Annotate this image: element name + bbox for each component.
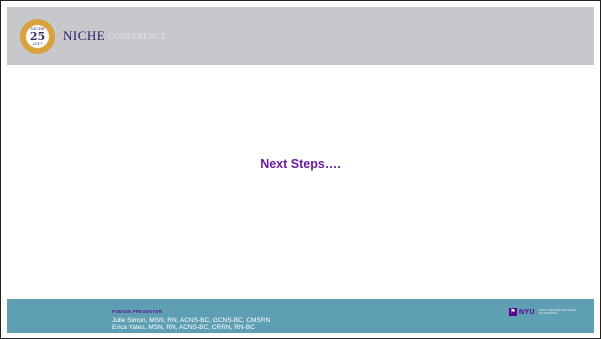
header-bar: NICHE 25 2017 NICHE CONFERENCE (7, 7, 594, 65)
badge-year: 2017 (32, 40, 43, 46)
nyu-logo: ⚑ NYU RORY MEYERS COLLEGE OF NURSING (509, 308, 579, 316)
nyu-text: NYU (519, 308, 535, 316)
nyu-school-name: RORY MEYERS COLLEGE OF NURSING (538, 307, 576, 315)
badge-number: 25 (29, 29, 46, 43)
presenter-label: PODIUM PRESENTER: (112, 309, 164, 314)
footer-bar: PODIUM PRESENTER: Julie Simon, MSN, RN, … (7, 299, 594, 333)
nyu-torch-icon: ⚑ (509, 308, 517, 316)
slide-title: Next Steps…. (260, 157, 341, 171)
anniversary-badge-icon: NICHE 25 2017 (20, 18, 55, 54)
slide: NICHE 25 2017 NICHE CONFERENCE Next Step… (0, 0, 601, 339)
brand-name: NICHE (63, 28, 106, 43)
presenter-2: Erica Yates, MSN, RN, ACNS-BC, CRRN, RN-… (112, 324, 255, 331)
brand-subtitle: CONFERENCE (108, 31, 167, 41)
presenter-1: Julie Simon, MSN, RN, ACNS-BC, GCNS-BC, … (112, 317, 271, 324)
